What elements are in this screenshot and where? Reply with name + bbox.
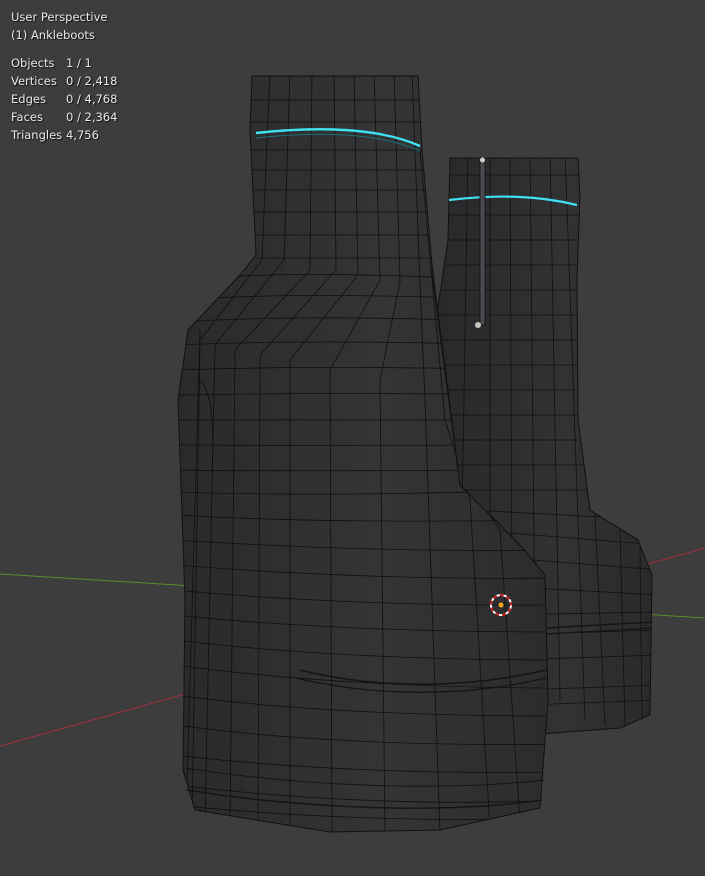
stat-value: 1 / 1 (66, 56, 92, 70)
stat-label: Edges (11, 92, 46, 106)
stat-value: 0 / 2,364 (66, 110, 118, 124)
stat-value: 0 / 4,768 (66, 92, 118, 106)
stat-label: Triangles (11, 128, 63, 142)
stat-value: 4,756 (66, 128, 99, 142)
stat-faces: Faces 0 / 2,364 (11, 108, 117, 126)
stat-edges: Edges 0 / 4,768 (11, 90, 117, 108)
active-object-name: (1) Ankleboots (11, 28, 95, 42)
stat-label: Vertices (11, 74, 57, 88)
3d-viewport[interactable]: User Perspective (1) Ankleboots Objects … (0, 0, 705, 876)
stat-label: Faces (11, 110, 43, 124)
stat-objects: Objects 1 / 1 (11, 54, 117, 72)
stat-label: Objects (11, 56, 55, 70)
stat-value: 0 / 2,418 (66, 74, 118, 88)
viewport-info-overlay: User Perspective (1) Ankleboots Objects … (11, 8, 117, 144)
statistics-panel: Objects 1 / 1 Vertices 0 / 2,418 Edges 0… (11, 54, 117, 144)
view-name: User Perspective (11, 10, 108, 24)
stat-triangles: Triangles 4,756 (11, 126, 117, 144)
stat-vertices: Vertices 0 / 2,418 (11, 72, 117, 90)
